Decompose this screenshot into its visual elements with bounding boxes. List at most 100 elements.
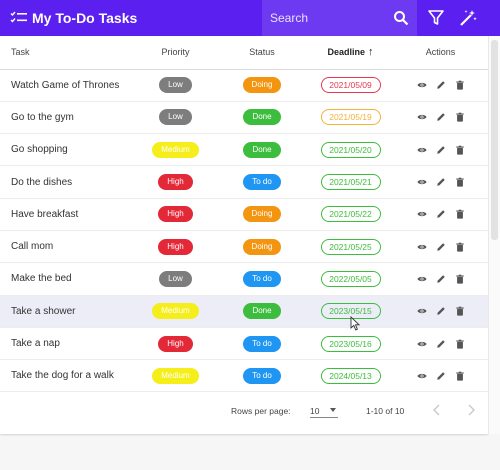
table-row[interactable]: Call mom High Doing 2021/05/25 (0, 230, 488, 264)
priority-cell: High (135, 198, 216, 231)
header-status[interactable]: Status (216, 36, 308, 70)
priority-cell: Low (135, 262, 216, 296)
status-cell: Doing (216, 69, 308, 102)
title-area: My To-Do Tasks (0, 0, 262, 36)
pencil-icon[interactable] (436, 209, 446, 219)
pencil-icon[interactable] (436, 274, 446, 284)
vertical-scrollbar[interactable] (488, 36, 500, 434)
table-row[interactable]: Go to the gym Low Done 2021/05/19 (0, 101, 488, 135)
table-row[interactable]: Take the dog for a walk Medium To do 2024/0… (0, 359, 488, 393)
deadline-chip: 2021/05/20 (320, 141, 381, 158)
row-actions (393, 339, 488, 349)
actions-cell (393, 327, 488, 361)
table-row[interactable]: Have breakfast High Doing 2021/05/22 (0, 198, 488, 231)
actions-cell (393, 101, 488, 135)
arrow-up-icon[interactable]: ↑ (368, 46, 374, 58)
table-row[interactable]: Take a shower Medium Done 2023/05/15 (0, 295, 488, 328)
task-name: Make the bed (0, 262, 135, 296)
pencil-icon[interactable] (436, 339, 446, 349)
eye-icon[interactable] (416, 306, 427, 316)
priority-chip: Medium (152, 367, 199, 384)
priority-chip: Low (159, 109, 192, 126)
eye-icon[interactable] (416, 339, 427, 349)
actions-cell (393, 295, 488, 328)
eye-icon[interactable] (416, 145, 427, 155)
filter-icon[interactable] (427, 9, 445, 27)
priority-cell: Medium (135, 295, 216, 328)
trash-icon[interactable] (455, 274, 465, 284)
eye-icon[interactable] (416, 274, 427, 284)
trash-icon[interactable] (455, 306, 465, 316)
pencil-icon[interactable] (436, 145, 446, 155)
priority-chip: Medium (152, 141, 199, 158)
status-chip: Done (243, 141, 281, 158)
status-cell: Doing (216, 198, 308, 231)
table-row[interactable]: Take a nap High To do 2023/05/16 (0, 327, 488, 361)
chevron-right-icon[interactable] (466, 404, 476, 416)
deadline-cell: 2021/05/09 (308, 69, 393, 102)
priority-cell: High (135, 327, 216, 361)
row-actions (393, 209, 488, 219)
deadline-cell: 2021/05/25 (308, 230, 393, 264)
actions-cell (393, 165, 488, 199)
rows-per-page-value: 10 (310, 406, 320, 416)
deadline-chip: 2021/05/21 (320, 174, 381, 191)
table-row[interactable]: Go shopping Medium Done 2021/05/20 (0, 133, 488, 167)
deadline-chip: 2022/05/05 (320, 270, 381, 287)
pencil-icon[interactable] (436, 112, 446, 122)
trash-icon[interactable] (455, 371, 465, 381)
eye-icon[interactable] (416, 371, 427, 381)
search-input[interactable] (270, 11, 388, 25)
eye-icon[interactable] (416, 242, 427, 252)
scrollbar-thumb[interactable] (491, 40, 498, 240)
eye-icon[interactable] (416, 80, 427, 90)
eye-icon[interactable] (416, 177, 427, 187)
header-deadline-label: Deadline (327, 47, 365, 58)
header-priority[interactable]: Priority (135, 36, 216, 70)
row-actions (393, 145, 488, 155)
trash-icon[interactable] (455, 112, 465, 123)
trash-icon[interactable] (455, 209, 465, 219)
tasks-table-card: Task Priority Status Deadline ↑ Actions W… (0, 36, 488, 434)
search-box[interactable] (262, 0, 417, 36)
pagination-range: 1-10 of 10 (366, 406, 405, 416)
pencil-icon[interactable] (436, 306, 446, 316)
priority-chip: Low (159, 270, 192, 287)
eye-icon[interactable] (416, 112, 427, 122)
priority-chip: Low (159, 77, 192, 94)
header-task[interactable]: Task (0, 36, 135, 70)
trash-icon[interactable] (455, 177, 465, 187)
rows-per-page-select[interactable]: 10 (310, 402, 338, 418)
table-row[interactable]: Do the dishes High To do 2021/05/21 (0, 165, 488, 199)
magic-wand-icon[interactable] (459, 9, 477, 27)
table-row[interactable]: Make the bed Low To do 2022/05/05 (0, 262, 488, 296)
priority-chip: Medium (152, 303, 199, 320)
pencil-icon[interactable] (436, 177, 446, 187)
tasks-table: Task Priority Status Deadline ↑ Actions W… (0, 36, 488, 393)
status-cell: Doing (216, 230, 308, 264)
task-name: Have breakfast (0, 198, 135, 231)
trash-icon[interactable] (455, 339, 465, 349)
deadline-cell: 2024/05/13 (308, 359, 393, 393)
status-cell: To do (216, 327, 308, 361)
priority-chip: High (158, 174, 193, 191)
actions-cell (393, 230, 488, 264)
pencil-icon[interactable] (436, 242, 446, 252)
deadline-cell: 2021/05/21 (308, 165, 393, 199)
trash-icon[interactable] (455, 80, 465, 90)
header-deadline[interactable]: Deadline ↑ (308, 36, 393, 70)
row-actions (393, 242, 488, 252)
status-chip: Doing (242, 206, 282, 223)
table-row[interactable]: Watch Game of Thrones Low Doing 2021/05/09 (0, 69, 488, 102)
pencil-icon[interactable] (436, 80, 446, 90)
trash-icon[interactable] (455, 145, 465, 155)
priority-cell: Low (135, 69, 216, 102)
trash-icon[interactable] (455, 242, 465, 252)
actions-cell (393, 359, 488, 393)
row-actions (393, 274, 488, 284)
eye-icon[interactable] (416, 209, 427, 219)
pencil-icon[interactable] (436, 371, 446, 381)
search-icon[interactable] (393, 10, 409, 26)
app-title: My To-Do Tasks (32, 10, 138, 26)
chevron-left-icon[interactable] (432, 404, 442, 416)
